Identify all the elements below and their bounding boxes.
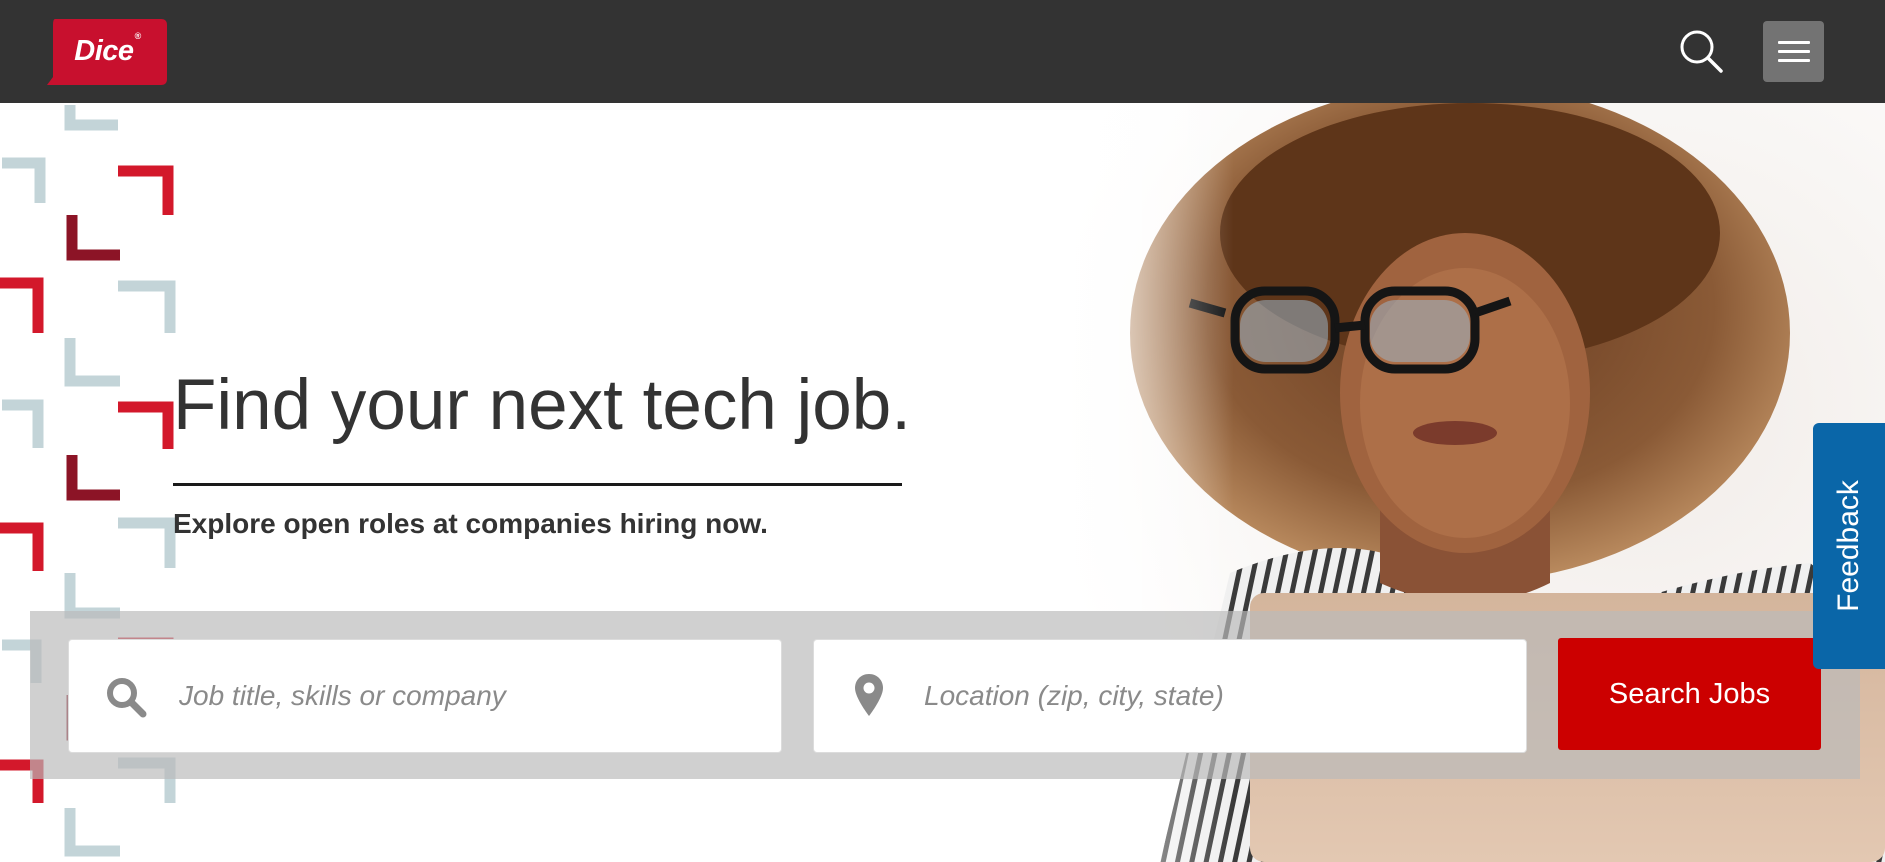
nav-search-button[interactable] [1678, 28, 1724, 74]
logo-text: Dice [74, 35, 134, 67]
job-search-form: Search Jobs [30, 611, 1860, 779]
hero-headline: Find your next tech job. [173, 366, 912, 445]
feedback-tab[interactable]: Feedback [1813, 423, 1885, 669]
map-pin-icon [855, 674, 883, 716]
dice-logo[interactable]: Dice® [47, 19, 167, 85]
feedback-label: Feedback [1832, 480, 1865, 612]
location-input[interactable] [924, 640, 1504, 752]
search-icon [107, 678, 147, 718]
hero-subheadline: Explore open roles at companies hiring n… [173, 508, 768, 539]
headline-divider [173, 483, 902, 486]
job-search-input[interactable] [179, 640, 759, 752]
registered-mark: ® [134, 31, 142, 41]
hamburger-menu-icon [1778, 41, 1810, 44]
top-navigation-bar: Dice® [0, 0, 1885, 103]
search-jobs-button[interactable]: Search Jobs [1558, 638, 1821, 750]
menu-button[interactable] [1763, 21, 1824, 82]
location-search-field[interactable] [813, 639, 1527, 753]
search-icon [1680, 30, 1723, 73]
job-search-field[interactable] [68, 639, 782, 753]
hero-section: Find your next tech job. Explore open ro… [0, 103, 1885, 862]
